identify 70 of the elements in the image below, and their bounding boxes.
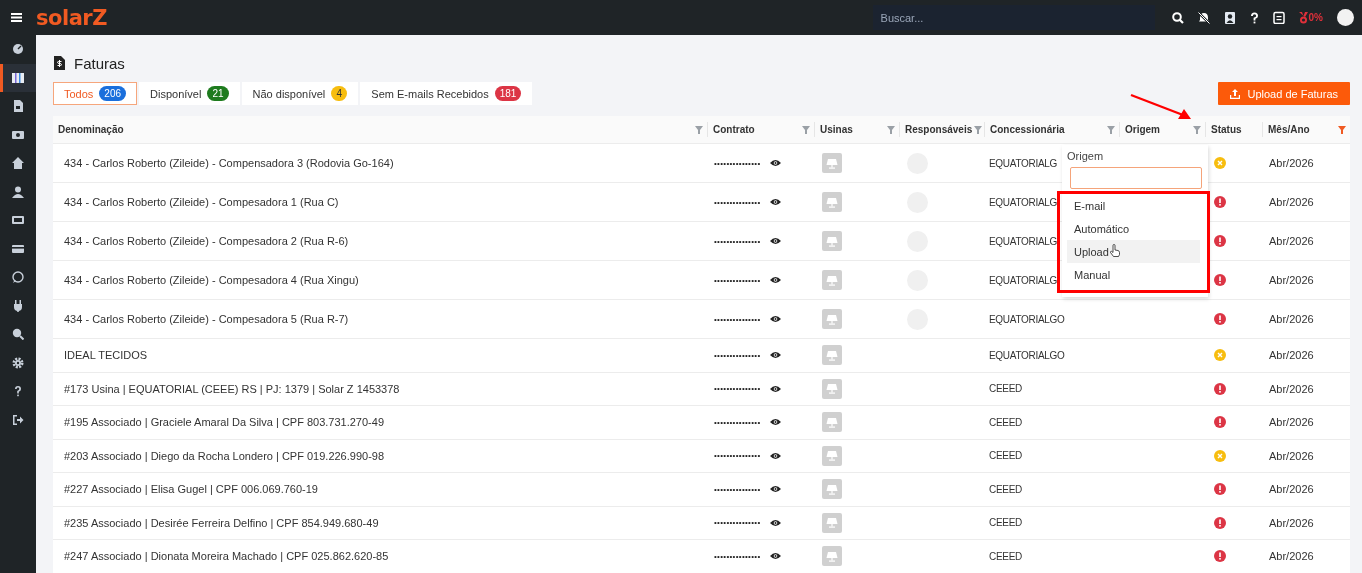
invoice-name: #173 Usina | EQUATORIAL (CEEE) RS | PJ: 1379 | Solar Z 1453378 (64, 382, 400, 395)
utility-name: CEEED (989, 450, 1022, 462)
invoice-name: #203 Associado | Diego da Rocha Londero | CPF 019.226.990-98 (64, 449, 385, 462)
masked-contract: ••••••••••••••• (714, 236, 761, 246)
masked-contract: ••••••••••••••• (714, 384, 761, 394)
masked-contract: ••••••••••••••• (714, 417, 761, 427)
month-year: Abr/2026 (1269, 313, 1314, 325)
dropdown-title: Origem (1066, 150, 1105, 162)
month-year: Abr/2026 (1269, 550, 1314, 563)
utility-name: EQUATORIALG (989, 274, 1057, 286)
count-badge: 206 (99, 86, 127, 101)
month-year: Abr/2026 (1269, 349, 1314, 362)
filter-tab[interactable]: Não disponível 4 (241, 82, 359, 105)
logo[interactable]: solarZ (36, 5, 107, 30)
masked-contract: ••••••••••••••• (714, 551, 761, 561)
month-year: Abr/2026 (1269, 274, 1314, 286)
invoice-name: 434 - Carlos Roberto (Zileide) - Compesadora 1 (Rua C) (64, 196, 339, 208)
column-header: Status (1211, 124, 1242, 135)
filter-tab[interactable]: Disponível 21 (139, 82, 240, 105)
invoice-name: 434 - Carlos Roberto (Zileide) - Compesadora 5 (Rua R-7) (64, 313, 349, 325)
column-header: Responsáveis (905, 124, 973, 135)
utility-name: EQUATORIALGO (989, 313, 1065, 325)
column-header: Denominação (58, 124, 124, 135)
utility-name: EQUATORIALGO (989, 349, 1065, 361)
masked-contract: ••••••••••••••• (714, 451, 761, 461)
masked-contract: ••••••••••••••• (714, 275, 761, 285)
month-year: Abr/2026 (1269, 516, 1314, 529)
invoice-name: 434 - Carlos Roberto (Zileide) - Compesadora 4 (Rua Xingu) (64, 274, 359, 286)
progress-percent: 0% (1308, 12, 1323, 23)
utility-name: EQUATORIALG (989, 235, 1057, 247)
utility-name: CEEED (989, 550, 1022, 562)
search-field[interactable]: Buscar... (872, 5, 1155, 30)
masked-contract: ••••••••••••••• (714, 197, 761, 207)
column-header: Mês/Ano (1268, 124, 1310, 135)
invoice-name: #235 Associado | Desirée Ferreira Delfino | CPF 854.949.680-49 (64, 516, 379, 529)
month-year: Abr/2026 (1269, 196, 1314, 208)
column-header: Origem (1125, 124, 1160, 135)
month-year: Abr/2026 (1269, 483, 1314, 496)
utility-name: CEEED (989, 517, 1022, 529)
column-header: Concessionária (990, 124, 1065, 135)
invoice-name: 434 - Carlos Roberto (Zileide) - Compensadora 3 (Rodovia Go-164) (64, 157, 394, 169)
utility-name: EQUATORIALG (989, 157, 1057, 169)
utility-name: CEEED (989, 383, 1022, 395)
month-year: Abr/2026 (1269, 382, 1314, 395)
invoice-name: IDEAL TECIDOS (64, 349, 148, 362)
dropdown-option[interactable]: Upload (1067, 240, 1200, 263)
page-title: Faturas (74, 54, 125, 72)
invoice-name: #195 Associado | Graciele Amaral Da Silva | CPF 803.731.270-49 (64, 416, 384, 429)
column-header: Usinas (820, 124, 853, 135)
month-year: Abr/2026 (1269, 449, 1314, 462)
filter-tab[interactable]: Todos 206 (53, 82, 138, 105)
count-badge: 4 (331, 86, 348, 101)
masked-contract: ••••••••••••••• (714, 314, 761, 324)
month-year: Abr/2026 (1269, 235, 1314, 247)
utility-name: EQUATORIALG (989, 196, 1057, 208)
invoice-name: #247 Associado | Dionata Moreira Machado | CPF 025.862.620-85 (64, 550, 389, 563)
masked-contract: ••••••••••••••• (714, 158, 761, 168)
month-year: Abr/2026 (1269, 157, 1314, 169)
utility-name: CEEED (989, 416, 1022, 428)
count-badge: 21 (207, 86, 229, 101)
count-badge: 181 (494, 86, 522, 101)
masked-contract: ••••••••••••••• (714, 484, 761, 494)
masked-contract: ••••••••••••••• (714, 350, 761, 360)
invoice-name: 434 - Carlos Roberto (Zileide) - Compesadora 2 (Rua R-6) (64, 235, 349, 247)
invoice-name: #227 Associado | Elisa Gugel | CPF 006.069.760-19 (64, 483, 318, 496)
column-header: Contrato (713, 124, 755, 135)
filter-tab[interactable]: Sem E-mails Recebidos 181 (360, 82, 533, 105)
masked-contract: ••••••••••••••• (714, 518, 761, 528)
utility-name: CEEED (989, 483, 1022, 495)
month-year: Abr/2026 (1269, 416, 1314, 429)
